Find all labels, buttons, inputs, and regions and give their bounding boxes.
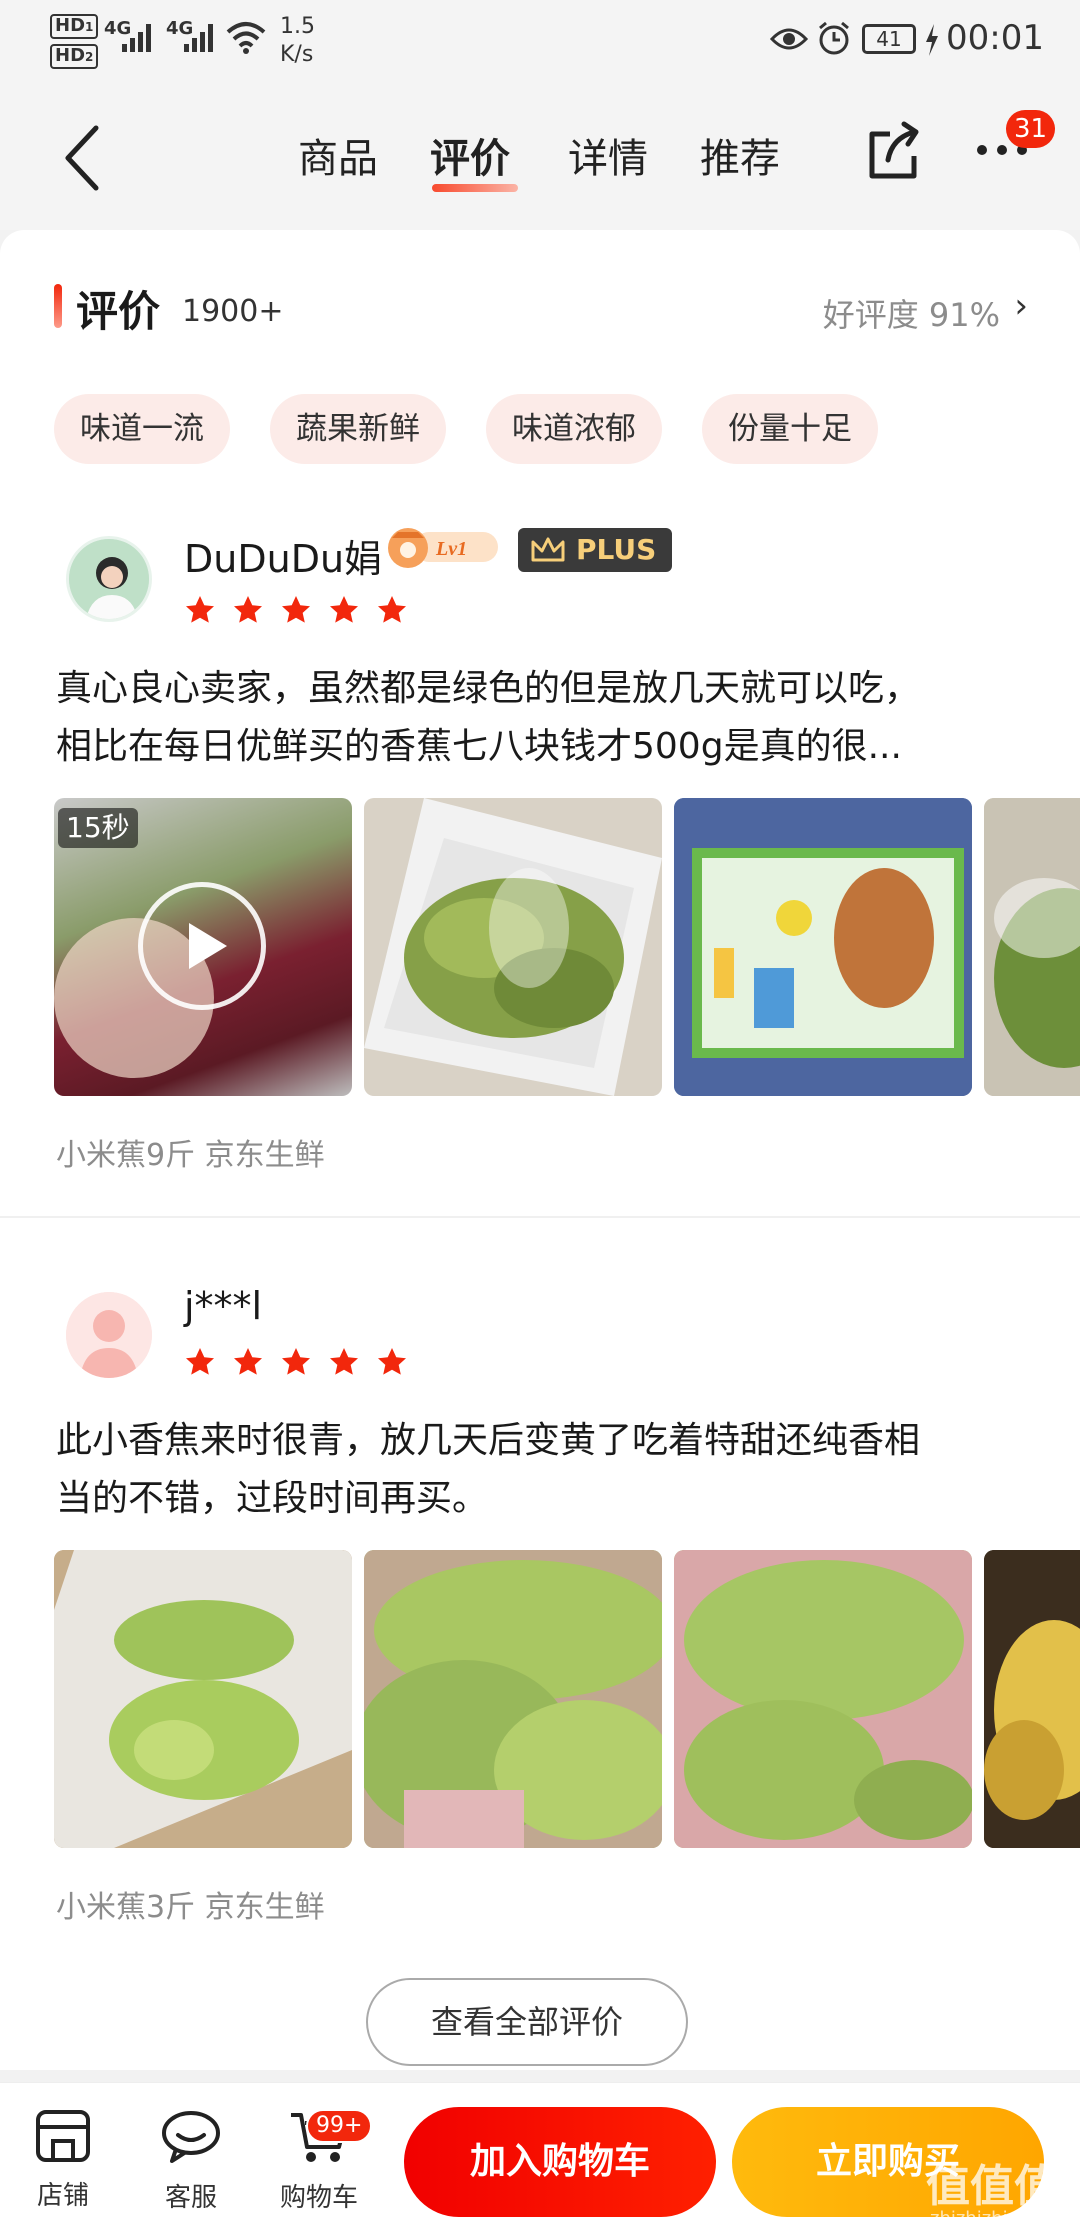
hd-indicator-2: HD2 — [50, 44, 99, 69]
review-tag[interactable]: 份量十足 — [702, 394, 878, 464]
star-icon — [282, 596, 310, 623]
video-duration-badge: 15秒 — [58, 808, 138, 848]
customer-service-label: 客服 — [164, 2183, 217, 2213]
review-photo[interactable] — [364, 798, 662, 1096]
review-photo[interactable] — [674, 1550, 972, 1848]
wifi-icon — [226, 22, 266, 54]
review-media-strip[interactable]: 15秒 — [54, 798, 1080, 1096]
store-icon — [36, 2110, 90, 2162]
star-icon — [330, 596, 358, 623]
star-icon — [378, 1348, 406, 1375]
speed-value: 1.5 — [280, 14, 315, 39]
watermark-url: zhizhizhi.com — [930, 2208, 1052, 2229]
tab-reviews[interactable]: 评价 — [430, 126, 510, 184]
signal-icon-2 — [184, 22, 213, 52]
play-icon[interactable] — [138, 882, 266, 1010]
review-tag[interactable]: 味道一流 — [54, 394, 230, 464]
review-photo[interactable] — [54, 1550, 352, 1848]
signal-icon-1 — [122, 22, 151, 52]
tab-recommend[interactable]: 推荐 — [700, 126, 780, 184]
chat-bubble-icon — [162, 2111, 220, 2163]
review-photo[interactable] — [984, 1550, 1080, 1848]
speed-unit: K/s — [280, 42, 314, 67]
star-icon — [282, 1348, 310, 1375]
purchase-spec: 小米蕉9斤 京东生鲜 — [56, 1138, 325, 1173]
purchase-spec: 小米蕉3斤 京东生鲜 — [56, 1890, 325, 1925]
alarm-icon — [819, 21, 849, 55]
cart-count-badge: 99+ — [306, 2109, 373, 2143]
hd-indicator-1: HD1 — [50, 14, 99, 39]
review-text[interactable]: 此小香焦来时很青，放几天后变黄了吃着特甜还纯香相 当的不错，过段时间再买。 — [56, 1412, 1026, 1528]
crown-icon — [531, 537, 565, 562]
add-to-cart-button[interactable]: 加入购物车 — [404, 2107, 716, 2217]
star-icon — [186, 1348, 214, 1375]
username[interactable]: DuDuDu娟 — [184, 528, 382, 583]
star-icon — [234, 1348, 262, 1375]
level-badge: Lv1 — [388, 528, 498, 568]
avatar[interactable] — [66, 1292, 152, 1378]
review-tag[interactable]: 蔬果新鲜 — [270, 394, 446, 464]
avatar[interactable] — [66, 536, 152, 622]
view-all-reviews-button[interactable]: 查看全部评价 — [366, 1978, 688, 2066]
rating-stars — [184, 1346, 408, 1378]
tab-product[interactable]: 商品 — [298, 126, 378, 184]
star-icon — [186, 596, 214, 623]
review-text[interactable]: 真心良心卖家，虽然都是绿色的但是放几天就可以吃， 相比在每日优鲜买的香蕉七八块钱… — [56, 660, 1026, 776]
username[interactable]: j***l — [184, 1284, 262, 1328]
review-photo[interactable] — [674, 798, 972, 1096]
cart-label: 购物车 — [279, 2183, 358, 2213]
status-bar: HD1 HD2 4G 4G 1.5 K/s 41 00:01 — [0, 0, 1080, 80]
store-button[interactable]: 店铺 — [8, 2109, 118, 2212]
good-rate[interactable]: 好评度 91% — [823, 290, 1000, 336]
clock-time: 00:01 — [946, 18, 1044, 58]
watermark-logo: 值值值 — [926, 2161, 1058, 2212]
chevron-right-icon[interactable]: › — [1014, 286, 1028, 326]
review-photo[interactable] — [364, 1550, 662, 1848]
divider — [0, 1216, 1080, 1218]
message-count-badge: 31 — [1006, 110, 1056, 148]
reviews-title: 评价 — [76, 287, 161, 336]
plus-member-badge: PLUS — [518, 528, 672, 572]
store-label: 店铺 — [36, 2181, 89, 2211]
review-media-strip[interactable] — [54, 1550, 1080, 1848]
share-icon[interactable] — [866, 120, 922, 182]
tab-details[interactable]: 详情 — [568, 126, 648, 184]
star-icon — [378, 596, 406, 623]
svg-text:Lv1: Lv1 — [435, 538, 467, 560]
star-icon — [330, 1348, 358, 1375]
charging-icon — [926, 24, 938, 56]
customer-service-button[interactable]: 客服 — [136, 2109, 246, 2214]
star-icon — [234, 596, 262, 623]
bottom-action-bar: 店铺 客服 购物车 99+ 加入购物车 立即购买 — [0, 2082, 1080, 2240]
eye-icon — [770, 28, 808, 50]
top-nav-bar: 商品 评价 详情 推荐 31 — [0, 80, 1080, 230]
review-photo[interactable] — [984, 798, 1080, 1096]
back-arrow-icon[interactable] — [60, 118, 130, 198]
review-video-thumbnail[interactable]: 15秒 — [54, 798, 352, 1096]
battery-indicator: 41 — [862, 24, 916, 54]
rating-stars — [184, 594, 408, 626]
reviews-count: 1900+ — [182, 294, 284, 329]
active-tab-indicator — [432, 184, 518, 192]
section-accent-bar — [54, 284, 62, 328]
review-tag[interactable]: 味道浓郁 — [486, 394, 662, 464]
